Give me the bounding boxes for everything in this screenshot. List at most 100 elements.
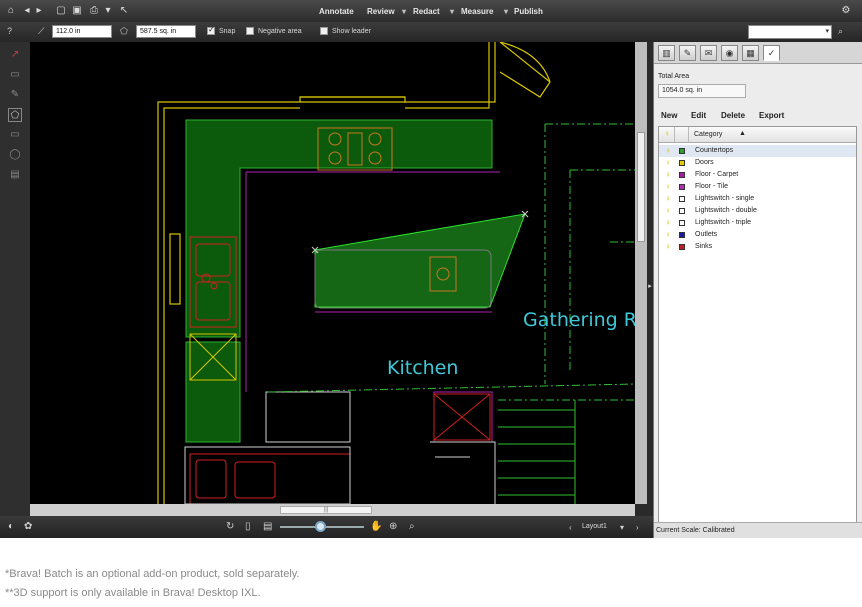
table-row[interactable]: ♀ Countertops <box>659 145 856 157</box>
color-swatch[interactable] <box>679 160 685 166</box>
save-icon[interactable]: ▣ <box>71 5 83 17</box>
sort-ascending-icon[interactable]: ▲ <box>739 130 746 137</box>
color-swatch[interactable] <box>679 196 685 202</box>
table-row[interactable]: ♀ Lightswitch - triple <box>659 217 856 229</box>
drawing-canvas[interactable]: Kitchen Gathering R <box>30 42 635 504</box>
back-arrow-icon[interactable]: ◂ <box>21 5 33 17</box>
total-area-label: Total Area <box>658 73 690 80</box>
menu-annotate[interactable]: Annotate <box>319 7 354 16</box>
zoom-slider-knob[interactable] <box>315 521 326 532</box>
toggle-icon[interactable]: ◐ <box>8 521 14 532</box>
show-leader-checkbox[interactable] <box>320 27 328 35</box>
table-row[interactable]: ♀ Doors <box>659 157 856 169</box>
color-swatch[interactable] <box>679 184 685 190</box>
lightbulb-icon[interactable]: ♀ <box>665 230 671 240</box>
table-row[interactable]: ♀ Outlets <box>659 229 856 241</box>
export-button[interactable]: Export <box>759 111 784 120</box>
menu-measure[interactable]: Measure <box>461 7 493 16</box>
menu-review[interactable]: Review <box>367 7 395 16</box>
delete-button[interactable]: Delete <box>721 111 745 120</box>
vertical-scrollbar[interactable] <box>635 42 647 504</box>
help-icon[interactable]: ? <box>7 26 12 36</box>
color-swatch[interactable] <box>679 220 685 226</box>
rectangle-tool-icon[interactable]: ▭ <box>8 128 22 142</box>
lightbulb-icon[interactable]: ♀ <box>665 194 671 204</box>
lightbulb-icon[interactable]: ♀ <box>665 170 671 180</box>
length-field[interactable]: 112.0 in <box>52 25 112 38</box>
menu-redact[interactable]: Redact <box>413 7 440 16</box>
snap-checkbox[interactable] <box>207 25 215 35</box>
page-icon[interactable]: ▯ <box>245 521 251 532</box>
scroll-thumb[interactable] <box>637 132 645 242</box>
new-document-icon[interactable]: ▢ <box>55 5 67 17</box>
next-layout-icon[interactable]: › <box>636 523 639 532</box>
zoom-window-icon[interactable]: ⊕ <box>389 521 397 532</box>
category-name: Sinks <box>695 243 713 250</box>
category-name: Lightswitch - double <box>695 207 757 214</box>
table-row[interactable]: ♀ Floor - Tile <box>659 181 856 193</box>
open-folder-icon[interactable]: ⌂ <box>5 5 17 17</box>
lightbulb-icon[interactable]: ♀ <box>665 182 671 192</box>
select-cursor-icon[interactable]: ↖ <box>118 5 130 17</box>
menu-publish[interactable]: Publish <box>514 7 543 16</box>
visibility-column-header[interactable]: ♀ <box>659 127 675 143</box>
room-label-gathering: Gathering R <box>523 309 635 331</box>
table-row[interactable]: ♀ Floor - Carpet <box>659 169 856 181</box>
color-swatch[interactable] <box>679 244 685 250</box>
area-field[interactable]: 587.5 sq. in <box>136 25 196 38</box>
tab-camera-icon[interactable]: ◉ <box>721 45 738 61</box>
layout-dropdown-icon[interactable]: ▾ <box>620 523 624 532</box>
search-icon[interactable]: ⌕ <box>838 26 843 37</box>
pointer-tool-icon[interactable]: ↗ <box>8 48 22 62</box>
print-icon[interactable]: ⎙ <box>88 5 100 17</box>
line-tool-icon[interactable]: ▭ <box>8 68 22 82</box>
color-swatch[interactable] <box>679 148 685 154</box>
tab-properties-icon[interactable]: ▥ <box>658 45 675 61</box>
pencil-tool-icon[interactable]: ✎ <box>8 88 22 102</box>
lightbulb-icon[interactable]: ♀ <box>665 146 671 156</box>
tab-layers-icon[interactable]: ▦ <box>742 45 759 61</box>
prev-layout-icon[interactable]: ‹ <box>569 523 572 532</box>
new-button[interactable]: New <box>661 111 677 120</box>
fit-page-icon[interactable]: ▤ <box>263 521 272 532</box>
measure-toolbar: ? ⟋ 112.0 in ⬠ 587.5 sq. in Snap Negativ… <box>0 22 862 42</box>
table-row[interactable]: ♀ Lightswitch - double <box>659 205 856 217</box>
stairs <box>498 400 576 504</box>
current-scale-status: Current Scale: Calibrated <box>656 527 735 534</box>
zoom-icon[interactable]: ⌕ <box>409 521 415 532</box>
table-row[interactable]: ♀ Sinks <box>659 241 856 253</box>
panel-tabs: ▥ ✎ ✉ ◉ ▦ ✓ <box>654 42 862 64</box>
brava-viewer-window: ⌂ ◂ ▸ ▢ ▣ ⎙ ▾ ↖ Annotate Review ▾ Redact… <box>0 0 862 538</box>
settings-gear-icon[interactable]: ⚙ <box>840 5 852 17</box>
circle-tool-icon[interactable]: ◯ <box>8 148 22 162</box>
forward-arrow-icon[interactable]: ▸ <box>33 5 45 17</box>
tab-notes-icon[interactable]: ✉ <box>700 45 717 61</box>
lightbulb-icon[interactable]: ♀ <box>665 206 671 216</box>
edit-button[interactable]: Edit <box>691 111 706 120</box>
pan-hand-icon[interactable]: ✋ <box>370 521 382 532</box>
length-tool-icon[interactable]: ⟋ <box>38 26 44 37</box>
area-tool-icon[interactable]: ⬠ <box>120 26 128 37</box>
settings-icon[interactable]: ✿ <box>24 521 32 532</box>
table-row[interactable]: ♀ Lightswitch - single <box>659 193 856 205</box>
negative-area-checkbox[interactable] <box>246 27 254 35</box>
color-swatch[interactable] <box>679 208 685 214</box>
print-dropdown-icon[interactable]: ▾ <box>102 5 114 17</box>
area-measure-tool-icon[interactable]: ⬠ <box>8 108 22 122</box>
horizontal-scrollbar[interactable]: ||| <box>30 504 635 516</box>
tab-measure-icon[interactable]: ✓ <box>763 45 780 61</box>
text-tool-icon[interactable]: ▤ <box>8 168 22 182</box>
layout-name[interactable]: Layout1 <box>582 523 607 530</box>
scroll-thumb[interactable]: ||| <box>280 506 372 514</box>
tab-markup-icon[interactable]: ✎ <box>679 45 696 61</box>
lightbulb-icon[interactable]: ♀ <box>665 218 671 228</box>
color-swatch[interactable] <box>679 232 685 238</box>
lightbulb-icon[interactable]: ♀ <box>665 158 671 168</box>
lightbulb-icon[interactable]: ♀ <box>665 242 671 252</box>
rotate-icon[interactable]: ↻ <box>226 521 234 532</box>
color-column-header[interactable] <box>675 127 689 143</box>
menu-dropdown-icon: ▾ <box>504 7 509 16</box>
color-swatch[interactable] <box>679 172 685 178</box>
search-dropdown[interactable]: ▾ <box>748 25 832 39</box>
category-column-header[interactable]: Category <box>694 131 722 138</box>
